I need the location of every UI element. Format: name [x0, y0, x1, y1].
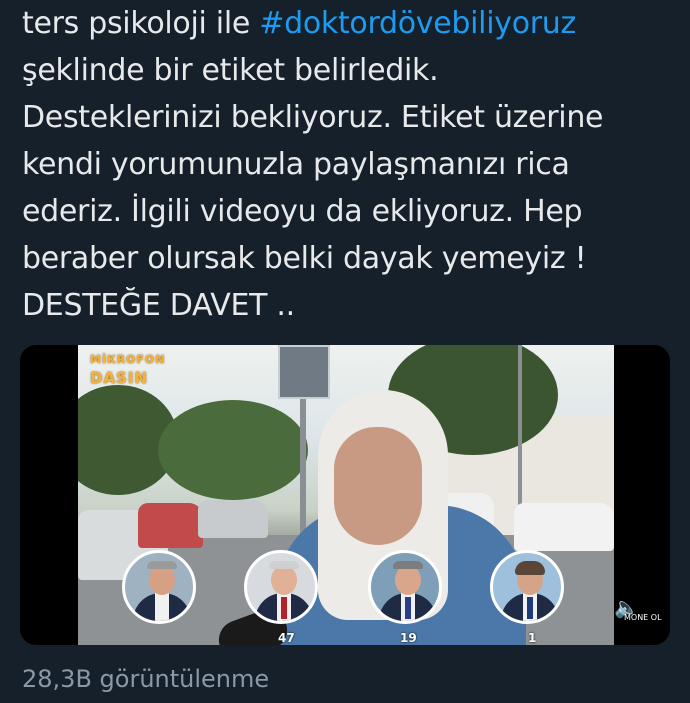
- candidate-count-2: 47: [278, 631, 295, 645]
- candidate-count-4: 1: [528, 631, 537, 645]
- video-frame[interactable]: MİKROFON DASIN 47 19 1: [78, 345, 614, 645]
- politician-avatar-2: [244, 550, 318, 624]
- road-sign: [278, 345, 330, 399]
- tweet-text-intro: ters psikoloji ile: [22, 6, 260, 41]
- politician-avatar-3: [368, 550, 442, 624]
- logo-line1: MİKROFON: [90, 353, 166, 366]
- car-grey: [198, 500, 268, 538]
- video-player[interactable]: MİKROFON DASIN 47 19 1 🔈 MONE OL: [20, 345, 670, 645]
- car-red: [138, 503, 203, 548]
- politician-avatar-4: [490, 550, 564, 624]
- logo-line2: DASIN: [90, 369, 148, 387]
- politician-avatar-1: [122, 550, 196, 624]
- tweet-text: ters psikoloji ile #doktordövebiliyoruz …: [22, 0, 672, 329]
- channel-logo: MİKROFON DASIN: [90, 351, 165, 387]
- face: [334, 427, 422, 545]
- watermark: MONE OL: [624, 613, 662, 622]
- tweet-text-body: şeklinde bir etiket belirledik. Destekle…: [22, 53, 604, 323]
- view-count[interactable]: 28,3B görüntülenme: [22, 665, 269, 693]
- hashtag-link[interactable]: #doktordövebiliyoruz: [259, 6, 576, 41]
- candidate-count-3: 19: [400, 631, 417, 645]
- tree-mid: [158, 400, 308, 500]
- car-white-right: [514, 503, 614, 551]
